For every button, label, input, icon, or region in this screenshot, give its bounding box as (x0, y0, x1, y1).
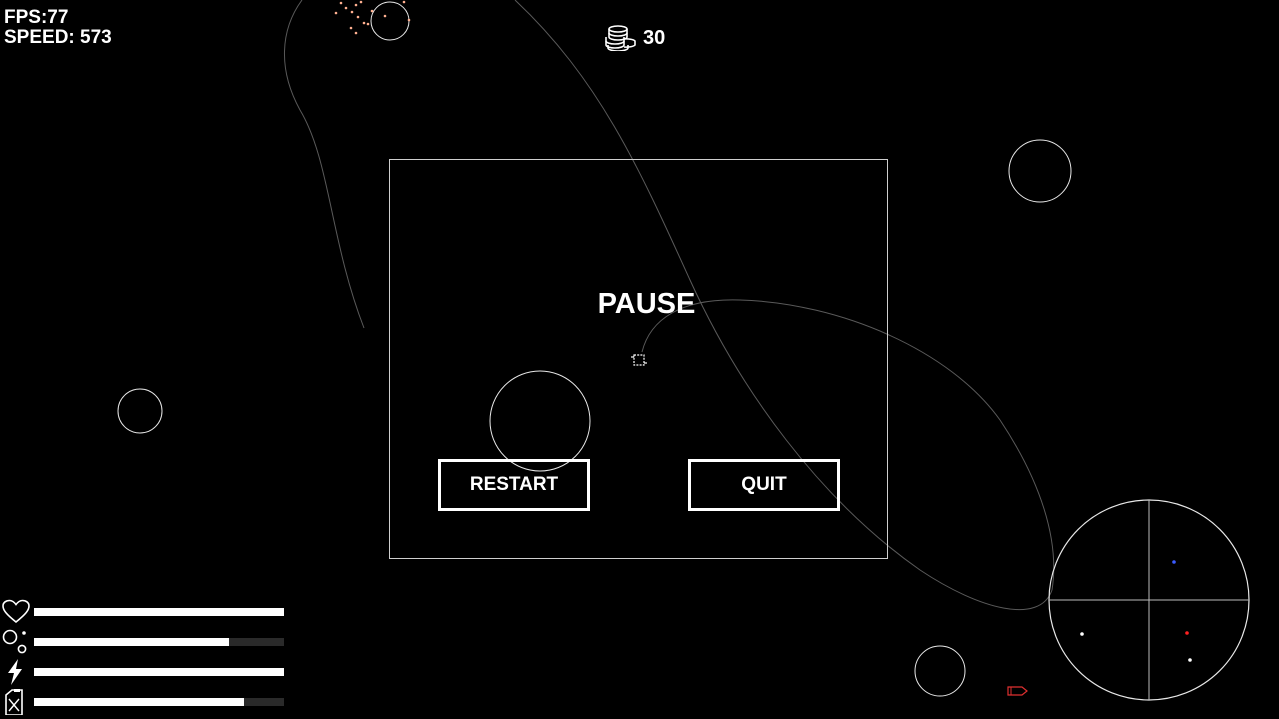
orbit-trail-left (284, 0, 365, 329)
energy-status (2, 659, 292, 685)
energy-bar-fill (34, 668, 284, 676)
fps-counter: FPS:77 (4, 7, 69, 28)
restart-button[interactable]: RESTART (438, 459, 590, 511)
fuel-bar (34, 698, 284, 706)
enemy-ship (1007, 686, 1028, 696)
oxygen-bar (34, 638, 284, 646)
fuel-can-icon (5, 689, 23, 715)
radar-blip (1172, 560, 1176, 564)
oxygen-bar-fill (34, 638, 229, 646)
heart-icon (2, 599, 30, 624)
radar-icon (1048, 499, 1250, 701)
quit-button[interactable]: QUIT (688, 459, 840, 511)
coin-counter: 30 (603, 24, 665, 52)
health-bar-fill (34, 608, 284, 616)
energy-bar (34, 668, 284, 676)
game-viewport: FPS:77 SPEED: 573 30 PAUSE RESTART QUIT (0, 0, 1279, 719)
pause-title: PAUSE (597, 288, 696, 320)
coin-count: 30 (643, 26, 666, 49)
fuel-status (2, 689, 292, 715)
asteroid (1008, 139, 1072, 203)
health-bar (34, 608, 284, 616)
lightning-icon (8, 659, 22, 685)
asteroid (914, 645, 966, 697)
radar-blip (1080, 632, 1084, 636)
oxygen-status (2, 629, 292, 655)
radar-blip (1185, 631, 1189, 635)
speed-readout: SPEED: 573 (4, 27, 112, 48)
bubbles-icon (2, 629, 27, 654)
coin-stack-icon (605, 25, 636, 51)
pause-menu: PAUSE RESTART QUIT (389, 159, 888, 559)
radar-blip (1188, 658, 1192, 662)
asteroid (117, 388, 163, 434)
asteroid (370, 1, 410, 41)
health-status (2, 599, 292, 625)
fuel-bar-fill (34, 698, 244, 706)
